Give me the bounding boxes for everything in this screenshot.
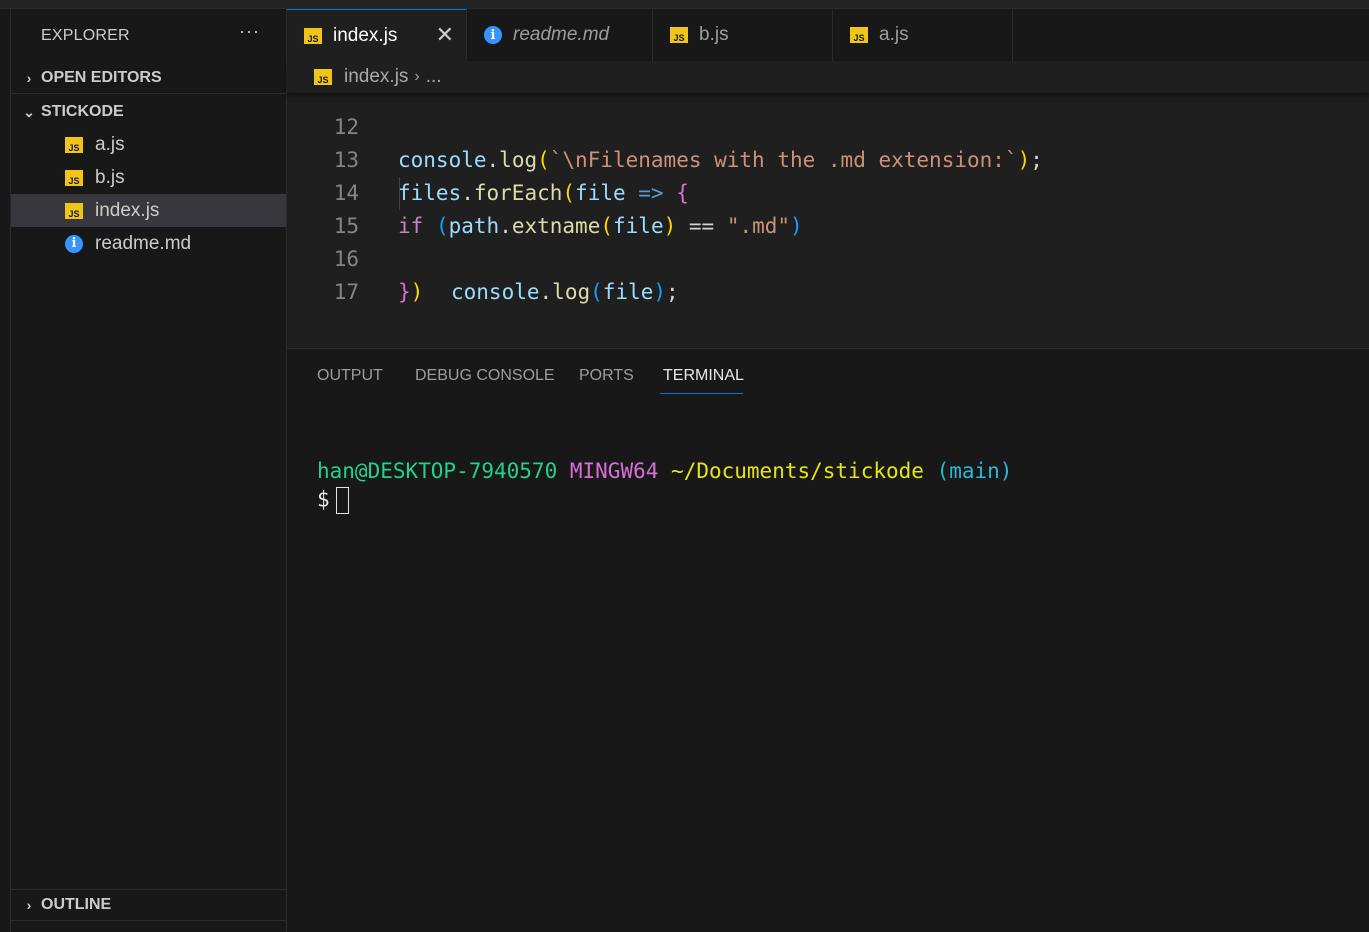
code-line: 14 if (path.extname(file) == ".md") [287,144,1369,238]
tab-terminal[interactable]: TERMINAL [663,367,744,385]
js-file-icon: JS [65,202,83,220]
js-file-icon: JS [304,27,322,44]
terminal-prompt-line: han@DESKTOP-7940570 MINGW64 ~/Documents/… [317,459,1012,483]
js-file-icon: JS [670,27,688,43]
terminal-input-line[interactable]: $ [317,487,349,514]
terminal-host: MINGW64 [569,459,659,483]
tab-label: index.js [333,24,398,46]
info-icon: i [484,26,502,44]
file-name: index.js [95,199,160,221]
file-item-a-js[interactable]: JS a.js [11,128,286,161]
tab-output[interactable]: OUTPUT [317,367,383,385]
terminal-cursor [335,487,349,514]
title-bar [0,0,1369,9]
file-name: b.js [95,166,125,188]
outline-label: OUTLINE [41,896,112,913]
open-editors-label: OPEN EDITORS [41,69,162,86]
outline-section[interactable]: › OUTLINE [11,889,286,921]
file-item-b-js[interactable]: JS b.js [11,161,286,194]
explorer-sidebar: EXPLORER ··· › OPEN EDITORS ⌄ STICKODE J… [11,9,287,932]
terminal-branch: (main) [936,459,1013,483]
code-line: 16 }) [287,210,1369,304]
tab-label: readme.md [513,24,610,45]
terminal-path: ~/Documents/stickode [671,459,924,483]
chevron-down-icon: ⌄ [23,103,35,120]
more-actions-icon[interactable]: ··· [239,21,260,42]
line-number: 17 [333,280,359,304]
tab-ports[interactable]: PORTS [579,367,634,385]
tab-label: a.js [879,24,909,45]
code-line: 17 [287,243,1369,304]
chevron-right-icon: › [414,68,420,85]
file-item-index-js[interactable]: JS index.js [11,194,286,227]
code-line: 13 files.forEach(file => { [287,111,1369,205]
folder-section[interactable]: ⌄ STICKODE [11,97,286,127]
folder-label: STICKODE [41,103,124,120]
close-icon[interactable]: ✕ [436,22,454,48]
terminal-prompt: $ [317,487,330,512]
active-tab-indicator [660,393,743,394]
bottom-panel: OUTPUT DEBUG CONSOLE PORTS TERMINAL han@… [287,349,1369,932]
indent-guide [399,177,400,210]
js-file-icon: JS [314,69,332,85]
js-file-icon: JS [65,169,83,187]
explorer-title: EXPLORER [41,27,130,44]
breadcrumb: JS index.js › ... [287,61,1369,93]
activity-bar [0,9,11,932]
info-icon: i [65,234,83,253]
chevron-right-icon: › [26,70,32,86]
code-line: 15 console.log(file); [287,177,1369,304]
file-name: a.js [95,133,125,155]
open-editors-section[interactable]: › OPEN EDITORS [11,63,286,94]
editor-tab-bar: JS index.js ✕ i readme.md JS b.js JS a.j… [287,9,1369,61]
chevron-right-icon: › [26,897,32,913]
js-file-icon: JS [65,136,83,154]
tab-debug-console[interactable]: DEBUG CONSOLE [415,367,555,385]
terminal-user: han@DESKTOP-7940570 [317,459,558,483]
breadcrumb-file[interactable]: index.js [344,66,408,88]
code-editor[interactable]: 12 console.log(`\nFilenames with the .md… [287,61,1369,349]
tab-readme-md[interactable]: i readme.md [467,9,653,61]
file-name: readme.md [95,232,192,254]
tab-a-js[interactable]: JS a.js [833,9,1013,61]
breadcrumb-more[interactable]: ... [426,66,442,88]
js-file-icon: JS [850,27,868,43]
file-item-readme-md[interactable]: i readme.md [11,227,286,260]
tab-b-js[interactable]: JS b.js [653,9,833,61]
tab-index-js[interactable]: JS index.js ✕ [287,9,467,61]
tab-label: b.js [699,24,729,45]
